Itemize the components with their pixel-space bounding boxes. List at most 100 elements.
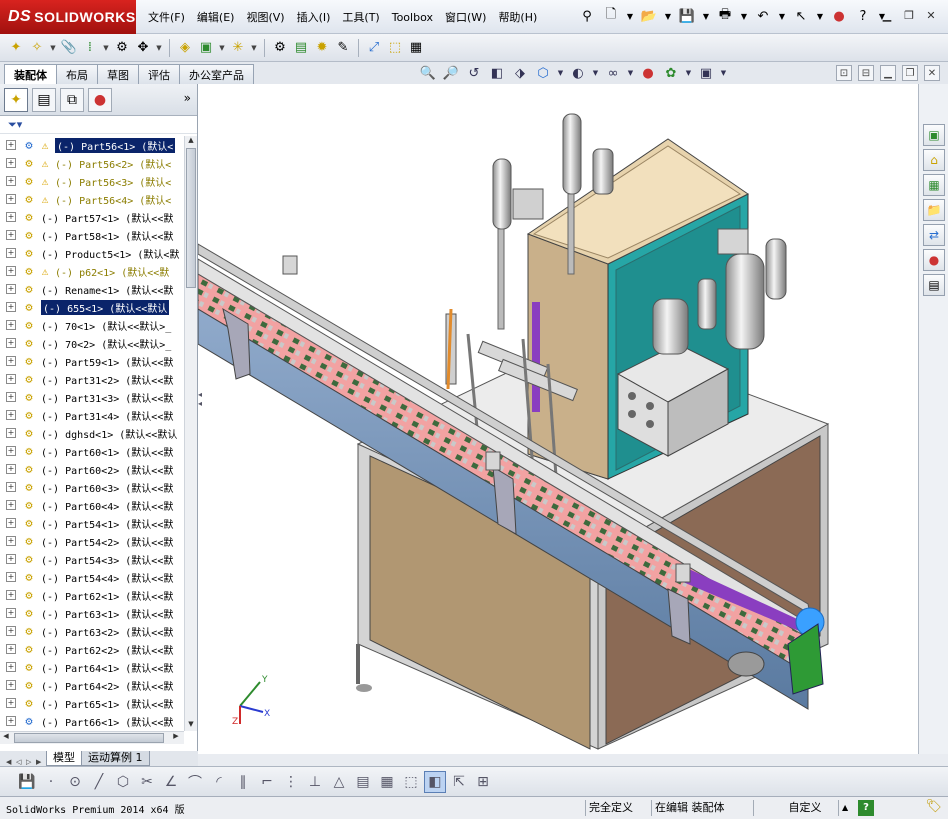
expand-toggle-icon[interactable]: +: [6, 374, 16, 384]
tab-assembly[interactable]: 装配体: [4, 64, 57, 85]
rebuild-traffic-light-icon[interactable]: ●: [828, 5, 850, 27]
expand-toggle-icon[interactable]: +: [6, 644, 16, 654]
tree-row[interactable]: + ⚙ (-) 70<1> (默认<<默认>_: [0, 316, 184, 334]
view-palette-icon[interactable]: ⇄: [923, 224, 945, 246]
print-icon[interactable]: 🖶: [714, 5, 736, 27]
scroll-up-icon[interactable]: ▲: [185, 136, 197, 147]
close-icon[interactable]: ✕: [922, 6, 940, 24]
feature-tree-tab-icon[interactable]: ✦: [4, 87, 28, 112]
features-dropdown-icon[interactable]: ▼: [217, 37, 227, 59]
insert-dropdown-icon[interactable]: ▼: [48, 37, 58, 59]
tree-filter[interactable]: ⏷▾: [0, 116, 197, 134]
expand-toggle-icon[interactable]: +: [6, 500, 16, 510]
smart-fasteners-icon[interactable]: ⚙: [112, 37, 132, 59]
save-icon[interactable]: 💾: [16, 771, 38, 793]
viewport-expand-icon[interactable]: ⊡: [836, 65, 852, 81]
move-dropdown-icon[interactable]: ▼: [154, 37, 164, 59]
apply-scene-icon[interactable]: ✿: [661, 64, 681, 82]
offset-icon[interactable]: ∥: [232, 771, 254, 793]
tree-row[interactable]: + ⚙ ⚠ (-) p62<1> (默认<<默: [0, 262, 184, 280]
tree-row[interactable]: + ⚙ (-) Part59<1> (默认<<默: [0, 352, 184, 370]
expand-toggle-icon[interactable]: +: [6, 554, 16, 564]
circle-icon[interactable]: ⊙: [64, 771, 86, 793]
last-tab-icon[interactable]: ▶: [36, 758, 46, 766]
expand-toggle-icon[interactable]: +: [6, 482, 16, 492]
tree-row[interactable]: + ⚙ (-) 655<1> (默认<<默认: [0, 298, 184, 316]
scroll-left-icon[interactable]: ◀: [0, 732, 12, 744]
restore-icon[interactable]: ❐: [900, 6, 918, 24]
expand-toggle-icon[interactable]: +: [6, 716, 16, 726]
tree-row[interactable]: + ⚙ (-) Part60<3> (默认<<默: [0, 478, 184, 496]
table-icon[interactable]: ▦: [376, 771, 398, 793]
expand-toggle-icon[interactable]: +: [6, 302, 16, 312]
configuration-manager-tab-icon[interactable]: ⧉: [60, 87, 84, 112]
print-dropdown-icon[interactable]: ▼: [738, 5, 750, 27]
expand-toggle-icon[interactable]: +: [6, 338, 16, 348]
viewport-restore-icon[interactable]: ❐: [902, 65, 918, 81]
tree-row[interactable]: + ⚙ (-) Part54<1> (默认<<默: [0, 514, 184, 532]
expand-toggle-icon[interactable]: +: [6, 680, 16, 690]
expand-toggle-icon[interactable]: +: [6, 158, 16, 168]
viewport-minimize-icon[interactable]: ▁: [880, 65, 896, 81]
tree-row[interactable]: + ⚙ (-) Rename<1> (默认<<默: [0, 280, 184, 298]
tree-row[interactable]: + ⚙ (-) Part31<4> (默认<<默: [0, 406, 184, 424]
expand-toggle-icon[interactable]: +: [6, 446, 16, 456]
design-library-icon[interactable]: ▦: [923, 174, 945, 196]
hatch-icon[interactable]: ▤: [352, 771, 374, 793]
orientation-dropdown-icon[interactable]: ▼: [556, 64, 565, 82]
tree-row[interactable]: + ⚙ (-) Part31<2> (默认<<默: [0, 370, 184, 388]
expand-toggle-icon[interactable]: +: [6, 140, 16, 150]
shaded-cube-icon[interactable]: ◧: [424, 770, 446, 793]
export-icon[interactable]: ⇱: [448, 771, 470, 793]
menu-tools[interactable]: 工具(T): [336, 9, 385, 25]
reference-dropdown-icon[interactable]: ▼: [249, 37, 259, 59]
home-icon[interactable]: ⌂: [923, 149, 945, 171]
select-arrow-icon[interactable]: ↖: [790, 5, 812, 27]
more-tabs-chevron[interactable]: »: [184, 91, 191, 105]
polygon-icon[interactable]: ⬡: [112, 771, 134, 793]
mate-icon[interactable]: 📎: [59, 37, 79, 59]
tree-row[interactable]: + ⚙ (-) Part57<1> (默认<<默: [0, 208, 184, 226]
expand-toggle-icon[interactable]: +: [6, 392, 16, 402]
expand-toggle-icon[interactable]: +: [6, 626, 16, 636]
expand-toggle-icon[interactable]: +: [6, 464, 16, 474]
solidworks-resources-icon[interactable]: ▣: [923, 124, 945, 146]
tree-row[interactable]: + ⚙ (-) Part64<2> (默认<<默: [0, 676, 184, 694]
expand-toggle-icon[interactable]: +: [6, 176, 16, 186]
tree-row[interactable]: + ⚙ (-) Part58<1> (默认<<默: [0, 226, 184, 244]
pattern-dropdown-icon[interactable]: ▼: [101, 37, 111, 59]
tree-row[interactable]: + ⚙ (-) Part60<1> (默认<<默: [0, 442, 184, 460]
zoom-to-fit-icon[interactable]: 🔍: [418, 64, 438, 82]
menu-view[interactable]: 视图(V): [240, 9, 290, 25]
expand-toggle-icon[interactable]: +: [6, 572, 16, 582]
scene-dropdown-icon[interactable]: ▼: [684, 64, 693, 82]
save-dropdown-icon[interactable]: ▼: [700, 5, 712, 27]
minimize-icon[interactable]: ▁: [878, 6, 896, 24]
tree-row[interactable]: + ⚙ (-) Part54<3> (默认<<默: [0, 550, 184, 568]
tree-vertical-scrollbar[interactable]: ▲ ▼: [184, 136, 197, 731]
appearances-icon[interactable]: ●: [923, 249, 945, 271]
view-orientation-icon[interactable]: ⬡: [533, 64, 553, 82]
new-document-icon[interactable]: 🗋: [600, 5, 622, 27]
tree-row[interactable]: + ⚙ ⚠ (-) Part56<3> (默认<: [0, 172, 184, 190]
tab-layout[interactable]: 布局: [56, 64, 98, 84]
line-icon[interactable]: ╱: [88, 771, 110, 793]
select-dropdown-icon[interactable]: ▼: [814, 5, 826, 27]
fillet-icon[interactable]: ⌒: [184, 771, 206, 793]
tag-icon[interactable]: 🏷: [925, 799, 942, 814]
tree-row[interactable]: + ⚙ ⚠ (-) Part56<2> (默认<: [0, 154, 184, 172]
viewport-close-icon[interactable]: ✕: [924, 65, 940, 81]
expand-toggle-icon[interactable]: +: [6, 212, 16, 222]
new-part-icon[interactable]: ✧: [27, 37, 47, 59]
tree-row[interactable]: + ⚙ (-) Part65<1> (默认<<默: [0, 694, 184, 712]
funnel-icon[interactable]: ⏷▾: [8, 118, 22, 132]
assembly-model-view[interactable]: Y X Z: [198, 84, 918, 754]
tree-row[interactable]: + ⚙ (-) Part63<2> (默认<<默: [0, 622, 184, 640]
tree-row[interactable]: + ⚙ ⚠ (-) Part56<1> (默认<: [0, 136, 184, 154]
angle-icon[interactable]: ∠: [160, 771, 182, 793]
explode-line-sketch-icon[interactable]: ✎: [333, 37, 353, 59]
display-dropdown-icon[interactable]: ▼: [591, 64, 600, 82]
tree-row[interactable]: + ⚙ (-) Part62<1> (默认<<默: [0, 586, 184, 604]
help-question-icon[interactable]: ?: [852, 5, 874, 27]
tree-row[interactable]: + ⚙ (-) Part63<1> (默认<<默: [0, 604, 184, 622]
